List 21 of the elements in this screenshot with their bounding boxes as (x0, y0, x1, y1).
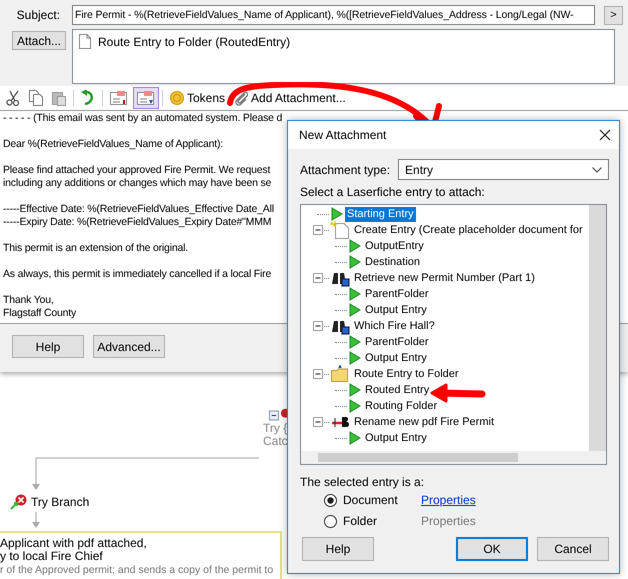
attachment-type-label: Attachment type: (300, 162, 390, 176)
body-text: -----Expiry Date: %(RetrieveFieldValues_Expiry Date#"MMM (3, 216, 272, 229)
body-text: - - - - - (This email was sent by an automated system. Please d (3, 112, 282, 125)
body-text: As always, this permit is immediately cancelled if a local Fire (3, 268, 272, 281)
body-text: Please find attached your approved Fire Permit. We request (3, 164, 270, 177)
tree-label: Select a Laserfiche entry to attach: (300, 185, 486, 199)
activity-title: Applicant with pdf attached, (0, 537, 148, 550)
selected-type-label: The selected entry is a: (300, 475, 426, 489)
body-text: -----Effective Date: %(RetrieveFieldValues_Effective Date_All (3, 203, 274, 216)
branch-label: Try Branch (31, 495, 90, 509)
block-label: Try { (263, 422, 287, 435)
subject-label: Subject: (16, 8, 61, 22)
activity-description: r of the Approved permit; and sends a copy of the permit to (0, 563, 274, 577)
dialog-title: New Attachment (299, 128, 386, 142)
body-text: Thank You, (3, 294, 54, 307)
body-text: This permit is an extension of the original. (3, 242, 188, 255)
body-text: Dear %(RetrieveFieldValues_Name of Applicant): (3, 138, 223, 151)
body-text: including any additions or changes which may have been se (3, 177, 272, 190)
activity-title: y to local Fire Chief (0, 550, 104, 563)
block-label: Catc (263, 435, 287, 448)
body-text: Flagstaff County (3, 307, 76, 320)
